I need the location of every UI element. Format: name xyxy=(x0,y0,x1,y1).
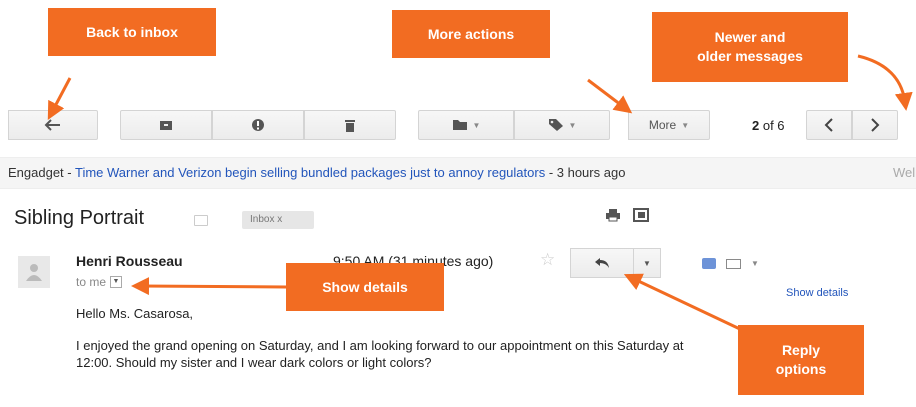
importance-marker-icon[interactable] xyxy=(194,215,208,226)
web-clip-separator: - xyxy=(63,165,75,180)
reply-button[interactable] xyxy=(570,248,634,278)
callout-back-to-inbox: Back to inbox xyxy=(48,8,216,56)
more-button-label: More xyxy=(648,118,677,132)
chevron-right-icon xyxy=(871,118,880,132)
callout-show-details: Show details xyxy=(286,263,444,311)
star-icon[interactable]: ☆ xyxy=(540,250,555,270)
reply-options-dropdown[interactable]: ▼ xyxy=(633,248,661,278)
report-spam-button[interactable] xyxy=(212,110,304,140)
callout-newer-older: Newer and older messages xyxy=(652,12,848,82)
callout-more-label: More actions xyxy=(427,25,515,42)
email-subject: Sibling Portrait xyxy=(14,207,145,229)
label-icon xyxy=(548,119,563,131)
avatar xyxy=(18,256,50,288)
sender-name[interactable]: Henri Rousseau xyxy=(76,253,183,269)
dropdown-caret-icon: ▼ xyxy=(568,120,577,130)
archive-icon xyxy=(160,121,172,130)
callout-reply-line1: Reply xyxy=(781,342,821,358)
callout-reply-line2: options xyxy=(775,361,827,377)
arrow-back xyxy=(47,77,72,120)
email-greeting: Hello Ms. Casarosa, xyxy=(76,306,194,321)
callout-newer-older-line2: older messages xyxy=(697,48,803,64)
newer-message-button[interactable] xyxy=(806,110,852,140)
reply-arrow-icon xyxy=(595,258,609,268)
chat-icon[interactable] xyxy=(702,258,716,269)
callout-show-details-label: Show details xyxy=(322,278,408,295)
contact-more-caret-icon[interactable]: ▼ xyxy=(751,259,759,268)
dropdown-caret-icon: ▼ xyxy=(681,120,690,130)
recipient-text: to me xyxy=(76,275,107,289)
move-to-button[interactable]: ▼ xyxy=(418,110,514,140)
callout-back-label: Back to inbox xyxy=(86,23,178,40)
back-arrow-icon xyxy=(44,119,60,131)
web-clip-source[interactable]: Engadget xyxy=(0,165,64,180)
show-details-dropdown[interactable]: ▼ xyxy=(110,276,123,288)
callout-more-actions: More actions xyxy=(392,10,550,58)
callout-reply-options: Reply options xyxy=(738,325,864,395)
inbox-label-badge[interactable]: Inbox x xyxy=(242,211,314,229)
web-clip-headline[interactable]: Time Warner and Verizon begin selling bu… xyxy=(75,165,545,180)
chevron-left-icon xyxy=(824,118,833,132)
show-details-link[interactable]: Show details xyxy=(786,287,848,299)
labels-button[interactable]: ▼ xyxy=(514,110,610,140)
trash-icon xyxy=(345,120,355,132)
message-count: 2 of 6 xyxy=(752,118,785,133)
recipient-line: to me ▼ xyxy=(76,275,123,289)
back-to-inbox-button[interactable] xyxy=(8,110,98,140)
web-clip-bar: Engadget - Time Warner and Verizon begin… xyxy=(0,157,916,189)
delete-button[interactable] xyxy=(304,110,396,140)
folder-icon xyxy=(452,120,467,130)
email-body: I enjoyed the grand opening on Saturday,… xyxy=(76,338,684,370)
arrow-nav xyxy=(857,54,913,111)
web-clip-trailing: Wel xyxy=(893,165,916,180)
more-actions-button[interactable]: More ▼ xyxy=(628,110,710,140)
web-clip-time: - 3 hours ago xyxy=(545,165,626,180)
arrow-show-details xyxy=(131,277,287,296)
mail-icon[interactable] xyxy=(726,258,741,269)
archive-button[interactable] xyxy=(120,110,212,140)
arrow-reply xyxy=(623,273,743,332)
person-icon xyxy=(26,264,42,281)
arrow-more xyxy=(587,78,633,114)
older-message-button[interactable] xyxy=(852,110,898,140)
contact-actions: ▼ xyxy=(702,258,759,269)
report-spam-icon xyxy=(252,119,264,131)
dropdown-caret-icon: ▼ xyxy=(472,120,481,130)
callout-newer-older-line1: Newer and xyxy=(714,29,786,45)
new-window-icon[interactable] xyxy=(633,208,649,225)
message-count-total: of 6 xyxy=(759,118,785,133)
print-icon[interactable] xyxy=(605,208,621,225)
